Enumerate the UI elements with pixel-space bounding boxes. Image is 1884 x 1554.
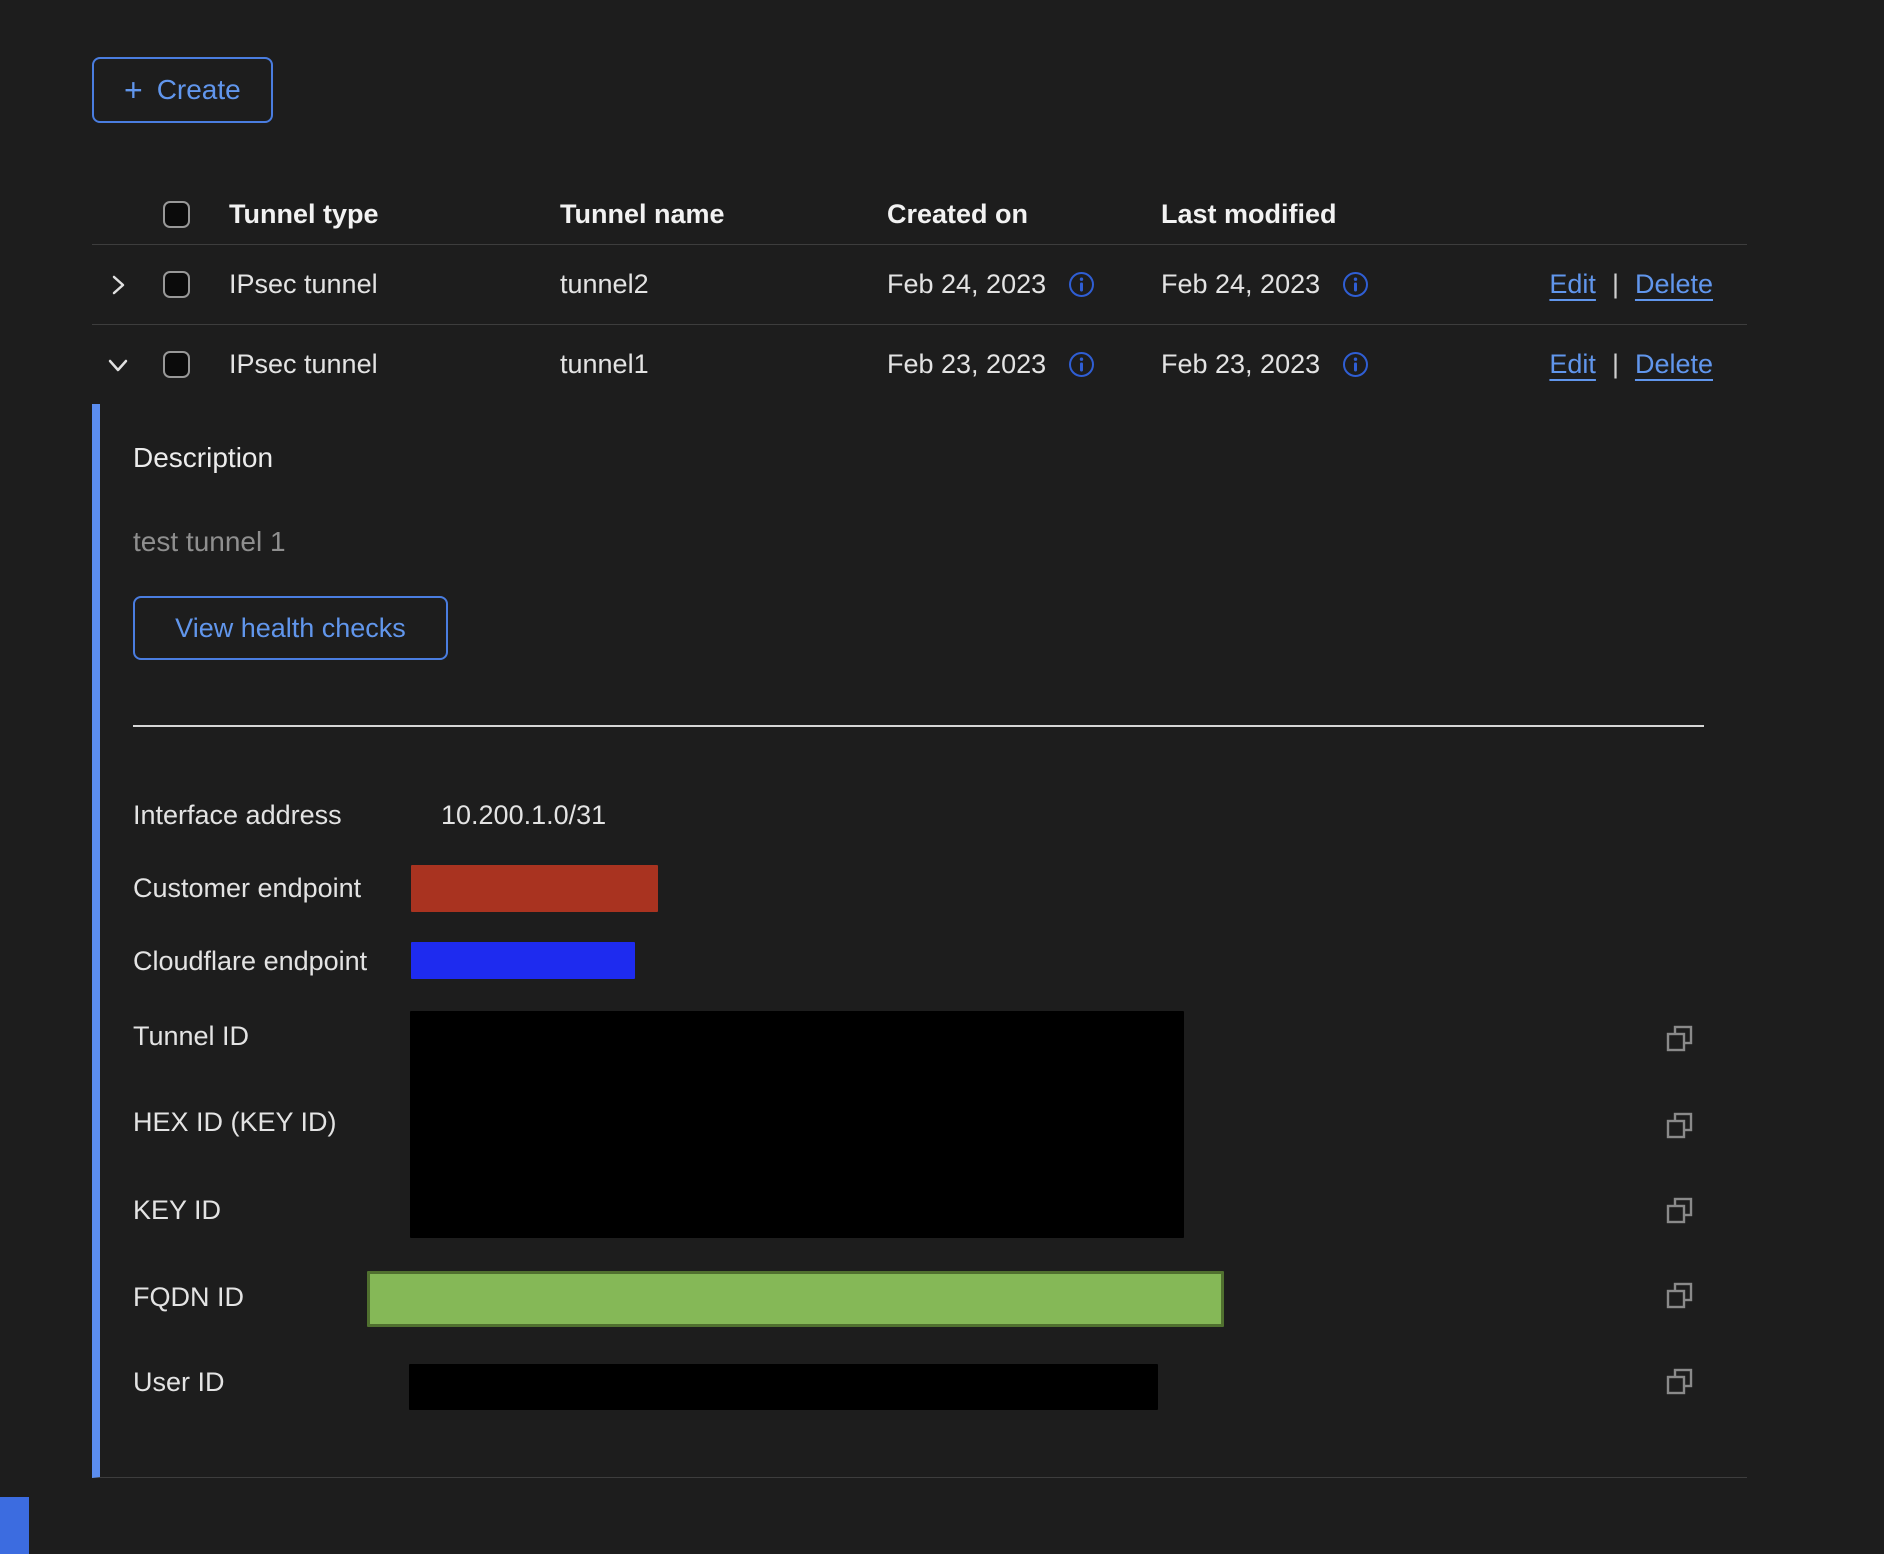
cloudflare-endpoint-label: Cloudflare endpoint: [133, 945, 367, 977]
header-tunnel-type: Tunnel type: [229, 199, 560, 230]
key-id-label: KEY ID: [133, 1194, 221, 1226]
cloudflare-endpoint-redacted-value: [411, 942, 635, 979]
action-separator: |: [1612, 349, 1619, 380]
header-tunnel-name: Tunnel name: [560, 199, 887, 230]
copy-icon[interactable]: [1666, 1368, 1693, 1395]
select-all-checkbox[interactable]: [163, 201, 190, 228]
table-row: IPsec tunnel tunnel1 Feb 23, 2023 Feb 23…: [92, 324, 1747, 404]
tunnel-name-cell: tunnel2: [560, 269, 887, 300]
row-checkbox[interactable]: [163, 351, 190, 378]
tunnel-id-label: Tunnel ID: [133, 1020, 249, 1052]
last-modified-cell: Feb 23, 2023: [1161, 349, 1320, 380]
interface-address-value: 10.200.1.0/31: [441, 799, 606, 831]
ids-redacted-value: [410, 1011, 1184, 1238]
create-button[interactable]: + Create: [92, 57, 273, 123]
user-id-label: User ID: [133, 1366, 225, 1398]
create-button-label: Create: [157, 74, 241, 106]
copy-icon[interactable]: [1666, 1197, 1693, 1224]
tunnel-type-cell: IPsec tunnel: [229, 269, 560, 300]
tunnel-name-cell: tunnel1: [560, 349, 887, 380]
expanded-detail-panel: Description test tunnel 1 View health ch…: [92, 404, 1747, 1478]
fqdn-id-redacted-value: [367, 1271, 1224, 1327]
edit-link[interactable]: Edit: [1549, 269, 1596, 300]
copy-icon[interactable]: [1666, 1112, 1693, 1139]
tunnel-type-cell: IPsec tunnel: [229, 349, 560, 380]
fqdn-id-label: FQDN ID: [133, 1281, 244, 1313]
delete-link[interactable]: Delete: [1635, 269, 1713, 300]
row-checkbox[interactable]: [163, 271, 190, 298]
description-value: test tunnel 1: [133, 526, 286, 558]
info-icon[interactable]: [1068, 351, 1095, 378]
table-row: IPsec tunnel tunnel2 Feb 24, 2023 Feb 24…: [92, 244, 1747, 324]
info-icon[interactable]: [1342, 351, 1369, 378]
section-divider: [133, 725, 1704, 727]
customer-endpoint-redacted-value: [411, 865, 658, 912]
delete-link[interactable]: Delete: [1635, 349, 1713, 380]
header-last-modified: Last modified: [1161, 199, 1447, 230]
tunnels-table: Tunnel type Tunnel name Created on Last …: [92, 184, 1747, 404]
header-created-on: Created on: [887, 199, 1161, 230]
hex-id-label: HEX ID (KEY ID): [133, 1106, 337, 1138]
customer-endpoint-label: Customer endpoint: [133, 872, 361, 904]
chevron-down-icon[interactable]: [106, 353, 130, 377]
plus-icon: +: [124, 74, 143, 106]
copy-icon[interactable]: [1666, 1025, 1693, 1052]
interface-address-label: Interface address: [133, 799, 342, 831]
table-header-row: Tunnel type Tunnel name Created on Last …: [92, 184, 1747, 244]
view-health-checks-button[interactable]: View health checks: [133, 596, 448, 660]
info-icon[interactable]: [1342, 271, 1369, 298]
last-modified-cell: Feb 24, 2023: [1161, 269, 1320, 300]
created-on-cell: Feb 23, 2023: [887, 349, 1046, 380]
corner-accent-block: [0, 1497, 29, 1554]
description-heading: Description: [133, 442, 273, 474]
info-icon[interactable]: [1068, 271, 1095, 298]
edit-link[interactable]: Edit: [1549, 349, 1596, 380]
copy-icon[interactable]: [1666, 1282, 1693, 1309]
created-on-cell: Feb 24, 2023: [887, 269, 1046, 300]
action-separator: |: [1612, 269, 1619, 300]
user-id-redacted-value: [409, 1364, 1158, 1410]
chevron-right-icon[interactable]: [106, 273, 130, 297]
